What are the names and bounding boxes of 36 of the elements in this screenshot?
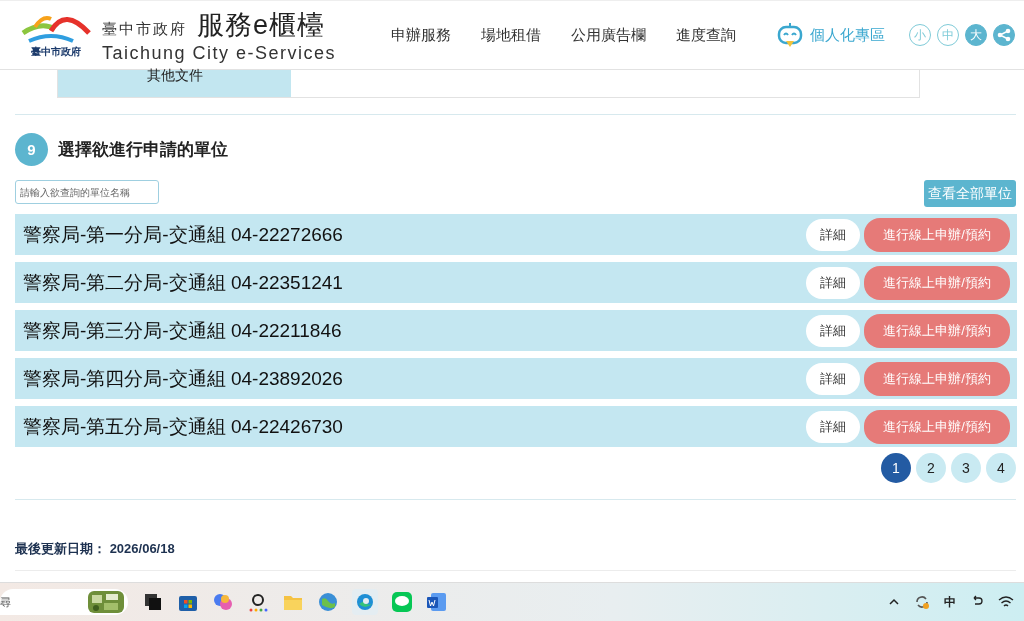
org-name: 臺中市政府 (102, 19, 187, 39)
page-button[interactable]: 3 (951, 453, 981, 483)
site-subtitle: Taichung City e-Services (102, 42, 337, 64)
unit-name: 警察局-第三分局-交通組 04-22211846 (23, 318, 343, 343)
logo-caption: 臺中市政府 (31, 45, 81, 59)
site-title: 服務e櫃檯 (197, 8, 326, 42)
globe-icon[interactable] (317, 591, 339, 613)
unit-name: 警察局-第五分局-交通組 04-22426730 (23, 414, 344, 439)
nav-link[interactable]: 場地租借 (481, 25, 541, 45)
nav-link[interactable]: 公用廣告欄 (571, 25, 646, 45)
input-method-indicator[interactable]: 中 (944, 593, 956, 611)
details-button[interactable]: 詳細 (806, 410, 860, 443)
task-view-icon[interactable] (142, 591, 164, 613)
wifi-icon[interactable] (998, 595, 1014, 609)
word-icon[interactable] (426, 591, 448, 613)
document-category: 其他文件 (58, 70, 291, 97)
city-logo[interactable]: 臺中市政府 (16, 11, 96, 59)
unit-name: 警察局-第一分局-交通組 04-22272666 (23, 222, 344, 247)
page-button[interactable]: 2 (916, 453, 946, 483)
details-button[interactable]: 詳細 (806, 362, 860, 395)
sync-icon[interactable] (914, 594, 930, 610)
robot-icon (776, 21, 804, 49)
unit-name: 警察局-第四分局-交通組 04-23892026 (23, 366, 344, 391)
step-number: 9 (15, 133, 48, 166)
page-button[interactable]: 4 (986, 453, 1016, 483)
taskbar-search-field[interactable]: 尋 (0, 589, 128, 615)
page-button[interactable]: 1 (881, 453, 911, 483)
last-updated: 最後更新日期： 2026/06/18 (15, 540, 176, 558)
unit-search-field[interactable]: 請輸入欲查詢的單位名稱 (15, 180, 159, 204)
details-button[interactable]: 詳細 (806, 218, 860, 251)
details-button[interactable]: 詳細 (806, 314, 860, 347)
nav-link[interactable]: 進度查詢 (676, 25, 736, 45)
unit-name: 警察局-第二分局-交通組 04-22351241 (23, 270, 344, 295)
nav-link[interactable]: 申辦服務 (391, 25, 451, 45)
section-title: 選擇欲進行申請的單位 (58, 139, 228, 161)
details-button[interactable]: 詳細 (806, 266, 860, 299)
